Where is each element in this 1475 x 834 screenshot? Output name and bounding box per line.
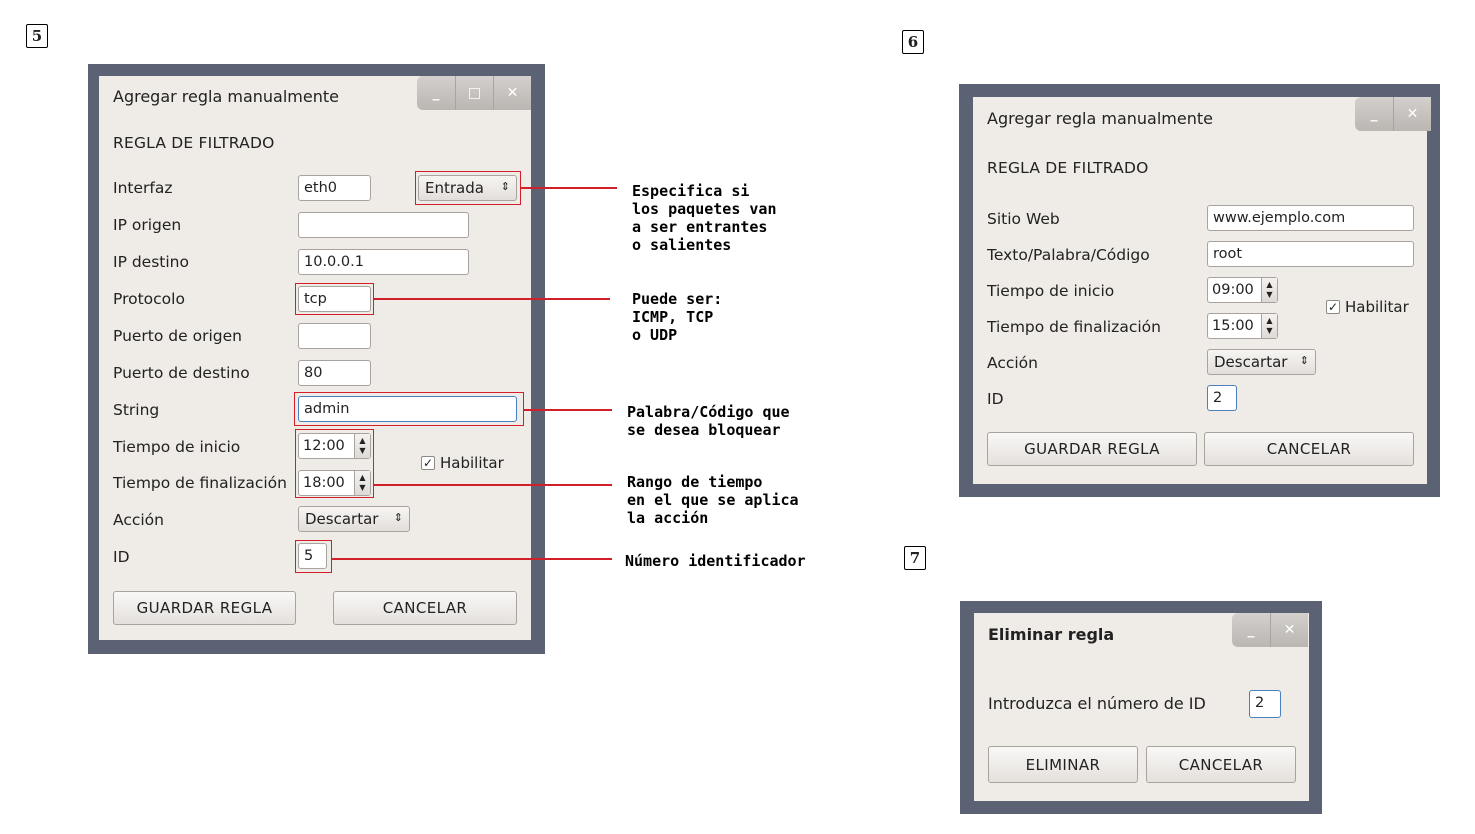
connector-time bbox=[374, 484, 612, 486]
dialog-web-window: Agregar regla manualmente _ ✕ REGLA DE F… bbox=[973, 97, 1431, 484]
string-label: String bbox=[113, 401, 160, 419]
cancel-button[interactable]: CANCELAR bbox=[333, 591, 517, 625]
step-badge-6: 6 bbox=[902, 30, 924, 54]
id-label: ID bbox=[987, 390, 1004, 408]
puerto-destino-input[interactable]: 80 bbox=[298, 360, 371, 386]
highlight-time bbox=[295, 429, 374, 498]
connector-id bbox=[332, 558, 612, 560]
tiempo-inicio-value: 09:00 bbox=[1212, 282, 1254, 298]
close-button[interactable]: ✕ bbox=[1393, 97, 1431, 131]
accion-select[interactable]: Descartar ⇕ bbox=[298, 506, 410, 532]
accion-label: Acción bbox=[987, 354, 1038, 372]
maximize-button[interactable]: □ bbox=[455, 76, 493, 110]
texto-label: Texto/Palabra/Código bbox=[987, 246, 1150, 264]
puerto-destino-label: Puerto de destino bbox=[113, 364, 250, 382]
highlight-string bbox=[294, 392, 524, 426]
tiempo-inicio-label: Tiempo de inicio bbox=[987, 282, 1115, 300]
minimize-button[interactable]: _ bbox=[1232, 613, 1270, 647]
id-label: ID bbox=[113, 548, 130, 566]
close-icon: ✕ bbox=[506, 85, 519, 101]
window-controls: _ □ ✕ bbox=[417, 76, 531, 110]
checkmark-icon: ✓ bbox=[1326, 300, 1340, 314]
tiempo-inicio-label: Tiempo de inicio bbox=[113, 438, 241, 456]
connector-direction bbox=[521, 187, 617, 189]
updown-icon: ⇕ bbox=[393, 511, 403, 524]
tiempo-fin-spinner[interactable]: 15:00 ▲ ▼ bbox=[1207, 313, 1278, 339]
cancel-button[interactable]: CANCELAR bbox=[1146, 746, 1296, 783]
habilitar-checkbox[interactable]: ✓ Habilitar bbox=[421, 454, 504, 472]
highlight-direction bbox=[415, 171, 521, 205]
dialog-delete-window: Eliminar regla _ ✕ Introduzca el número … bbox=[974, 613, 1309, 801]
minimize-button[interactable]: _ bbox=[1355, 97, 1393, 131]
cancel-button[interactable]: CANCELAR bbox=[1204, 432, 1414, 466]
spin-arrows-icon[interactable]: ▲ ▼ bbox=[1261, 278, 1277, 302]
save-rule-button[interactable]: GUARDAR REGLA bbox=[987, 432, 1197, 466]
dialog-title: Agregar regla manualmente bbox=[987, 109, 1213, 128]
close-button[interactable]: ✕ bbox=[1270, 613, 1308, 647]
note-string: Palabra/Código que se desea bloquear bbox=[627, 403, 790, 439]
protocolo-label: Protocolo bbox=[113, 290, 185, 308]
tiempo-fin-label: Tiempo de finalización bbox=[987, 318, 1161, 336]
connector-protocol bbox=[374, 298, 610, 300]
accion-select[interactable]: Descartar ⇕ bbox=[1207, 349, 1316, 375]
updown-icon: ⇕ bbox=[1299, 354, 1309, 367]
habilitar-label: Habilitar bbox=[1345, 298, 1409, 316]
sitio-label: Sitio Web bbox=[987, 210, 1060, 228]
habilitar-checkbox[interactable]: ✓ Habilitar bbox=[1326, 298, 1409, 316]
spin-arrows-icon[interactable]: ▲ ▼ bbox=[1261, 314, 1277, 338]
puerto-origen-input[interactable] bbox=[298, 323, 371, 349]
ip-destino-input[interactable]: 10.0.0.1 bbox=[298, 249, 469, 275]
close-icon: ✕ bbox=[1406, 106, 1419, 122]
minimize-icon: _ bbox=[1370, 106, 1378, 122]
sitio-input[interactable]: www.ejemplo.com bbox=[1207, 205, 1414, 231]
highlight-protocol bbox=[295, 283, 374, 315]
tiempo-fin-label: Tiempo de finalización bbox=[113, 474, 287, 492]
close-icon: ✕ bbox=[1283, 622, 1296, 638]
note-id: Número identificador bbox=[625, 552, 806, 570]
note-protocol: Puede ser: ICMP, TCP o UDP bbox=[632, 290, 723, 344]
delete-button[interactable]: ELIMINAR bbox=[988, 746, 1138, 783]
minimize-button[interactable]: _ bbox=[417, 76, 455, 110]
habilitar-label: Habilitar bbox=[440, 454, 504, 472]
window-controls: _ ✕ bbox=[1355, 97, 1431, 131]
ip-origen-label: IP origen bbox=[113, 216, 182, 234]
close-button[interactable]: ✕ bbox=[493, 76, 531, 110]
texto-input[interactable]: root bbox=[1207, 241, 1414, 267]
puerto-origen-label: Puerto de origen bbox=[113, 327, 242, 345]
accion-value: Descartar bbox=[305, 510, 379, 528]
maximize-icon: □ bbox=[467, 85, 482, 101]
section-heading: REGLA DE FILTRADO bbox=[113, 134, 275, 152]
interfaz-input[interactable]: eth0 bbox=[298, 175, 371, 201]
tiempo-fin-value: 15:00 bbox=[1212, 318, 1254, 334]
connector-string bbox=[524, 409, 612, 411]
section-heading: REGLA DE FILTRADO bbox=[987, 159, 1149, 177]
save-rule-button[interactable]: GUARDAR REGLA bbox=[113, 591, 296, 625]
step-badge-7: 7 bbox=[904, 546, 926, 570]
window-controls: _ ✕ bbox=[1232, 613, 1308, 647]
accion-label: Acción bbox=[113, 511, 164, 529]
checkmark-icon: ✓ bbox=[421, 456, 435, 470]
highlight-id bbox=[295, 540, 332, 573]
dialog-title: Eliminar regla bbox=[988, 625, 1115, 644]
interfaz-label: Interfaz bbox=[113, 179, 173, 197]
id-input[interactable]: 2 bbox=[1207, 385, 1237, 411]
accion-value: Descartar bbox=[1214, 353, 1288, 371]
dialog-title: Agregar regla manualmente bbox=[113, 87, 339, 106]
ip-destino-label: IP destino bbox=[113, 253, 189, 271]
delete-prompt: Introduzca el número de ID bbox=[988, 694, 1206, 713]
tiempo-inicio-spinner[interactable]: 09:00 ▲ ▼ bbox=[1207, 277, 1278, 303]
minimize-icon: _ bbox=[432, 85, 440, 101]
note-time: Rango de tiempo en el que se aplica la a… bbox=[627, 473, 799, 527]
note-direction: Especifica si los paquetes van a ser ent… bbox=[632, 182, 777, 254]
step-badge-5: 5 bbox=[26, 24, 48, 48]
minimize-icon: _ bbox=[1247, 622, 1255, 638]
ip-origen-input[interactable] bbox=[298, 212, 469, 238]
delete-id-input[interactable]: 2 bbox=[1249, 690, 1281, 718]
